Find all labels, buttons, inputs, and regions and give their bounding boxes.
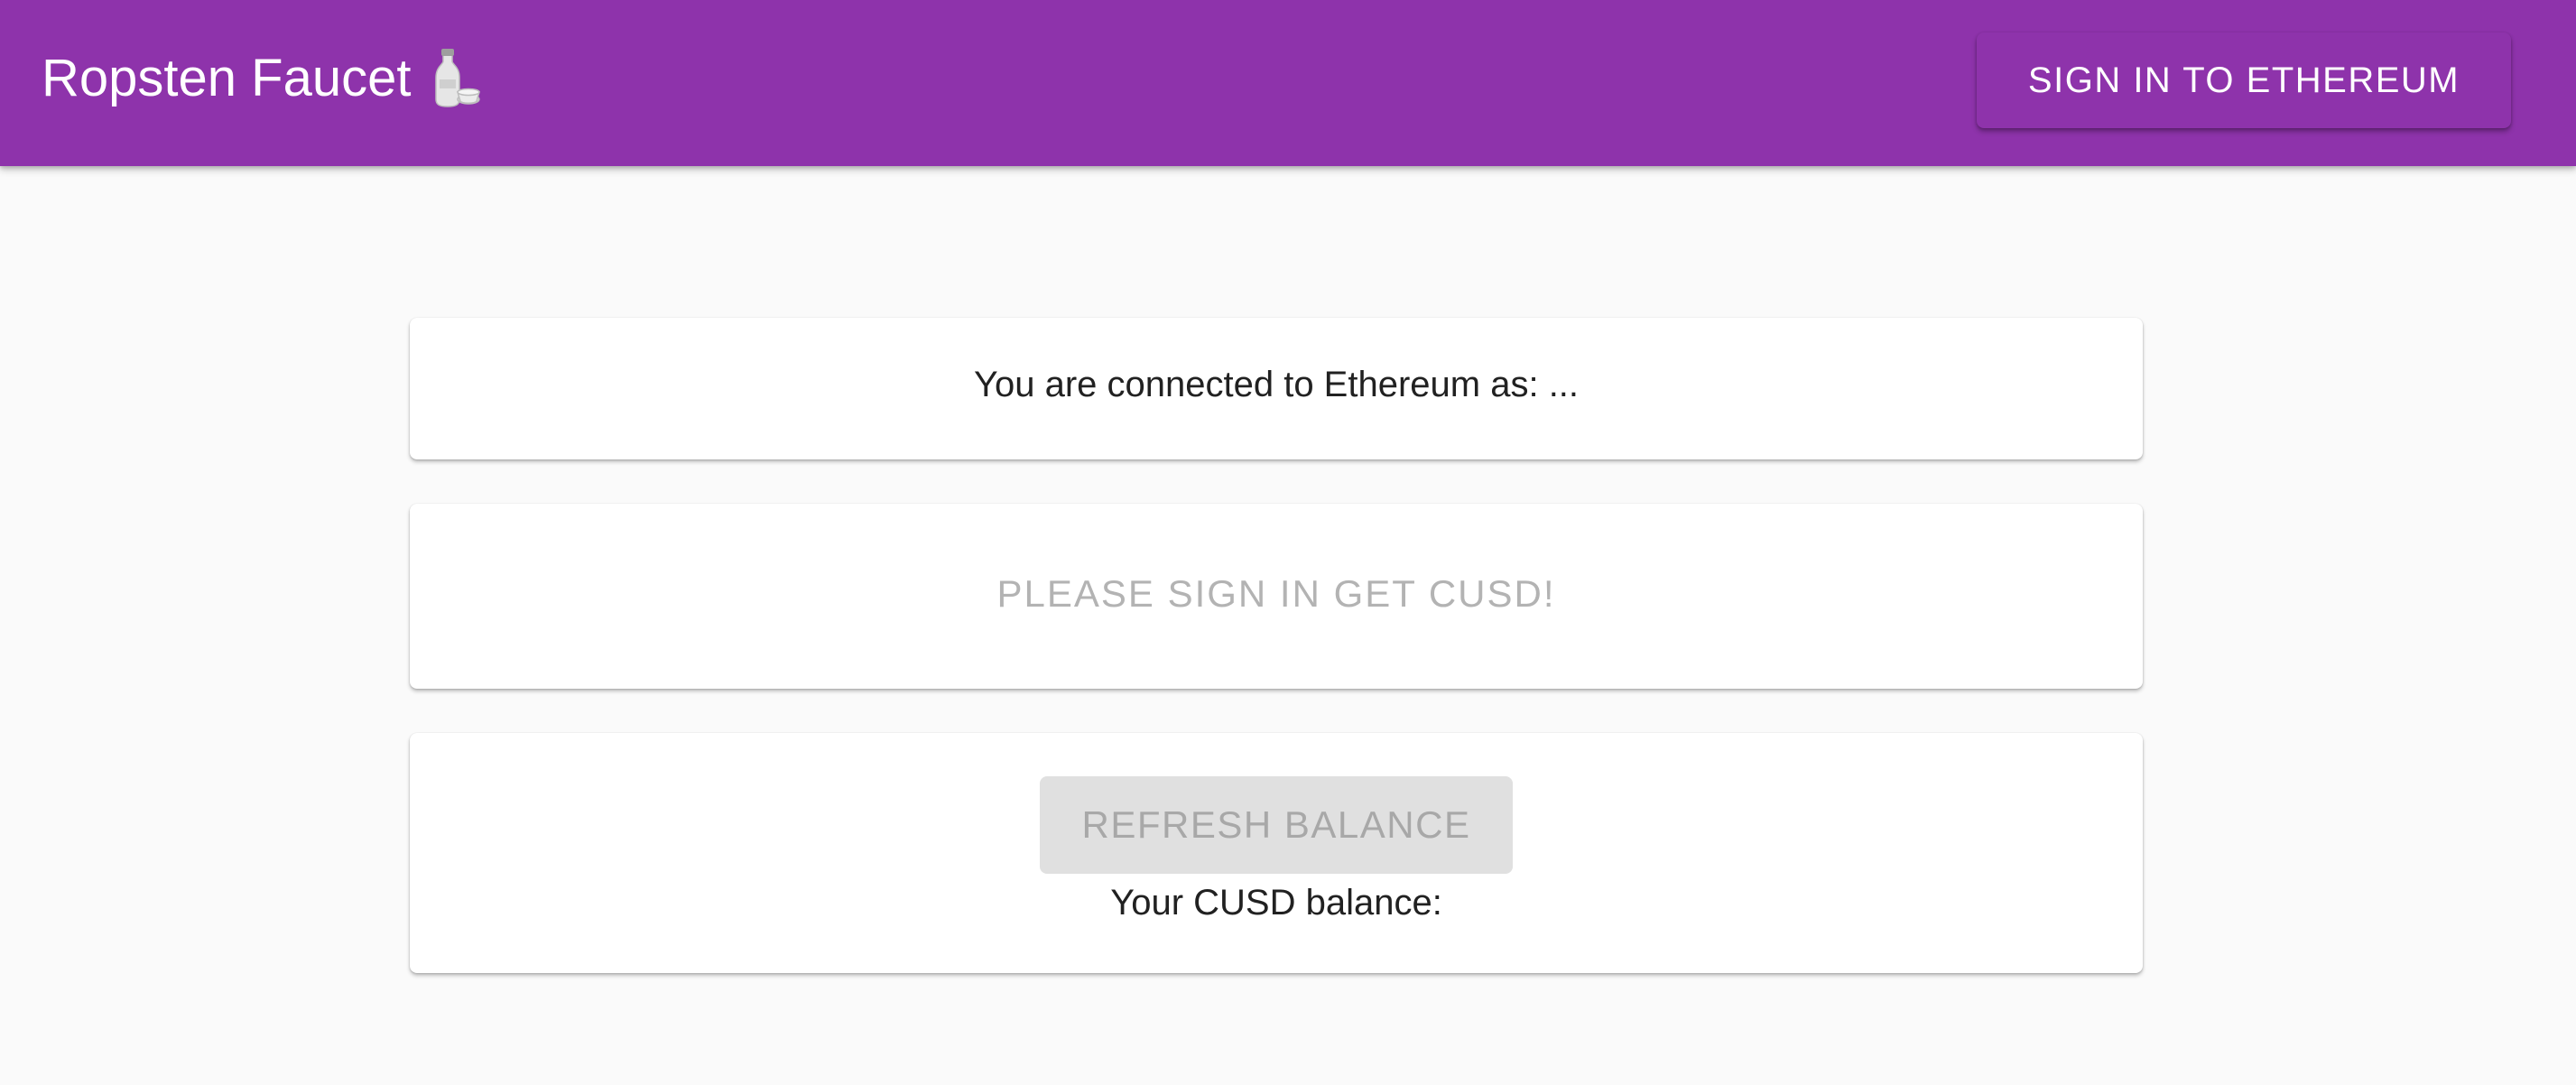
request-cusd-button[interactable]: PLEASE SIGN IN GET CUSD!: [410, 572, 2143, 616]
app-bar: Ropsten Faucet SIGN IN TO ETHEREUM: [0, 0, 2576, 166]
refresh-balance-button[interactable]: REFRESH BALANCE: [1040, 776, 1513, 874]
connection-card: You are connected to Ethereum as: ...: [410, 318, 2143, 459]
connection-status-text: You are connected to Ethereum as: ...: [973, 365, 1580, 404]
sake-bottle-icon: [427, 47, 483, 110]
app-title-text: Ropsten Faucet: [42, 49, 412, 107]
app-title: Ropsten Faucet: [42, 47, 483, 110]
request-card: PLEASE SIGN IN GET CUSD!: [410, 504, 2143, 689]
balance-card: REFRESH BALANCE Your CUSD balance:: [410, 733, 2143, 973]
sign-in-button[interactable]: SIGN IN TO ETHEREUM: [1977, 32, 2511, 128]
sign-in-button-label: SIGN IN TO ETHEREUM: [2027, 60, 2460, 100]
refresh-balance-label: REFRESH BALANCE: [1081, 803, 1471, 846]
balance-text: Your CUSD balance:: [1110, 883, 1442, 923]
